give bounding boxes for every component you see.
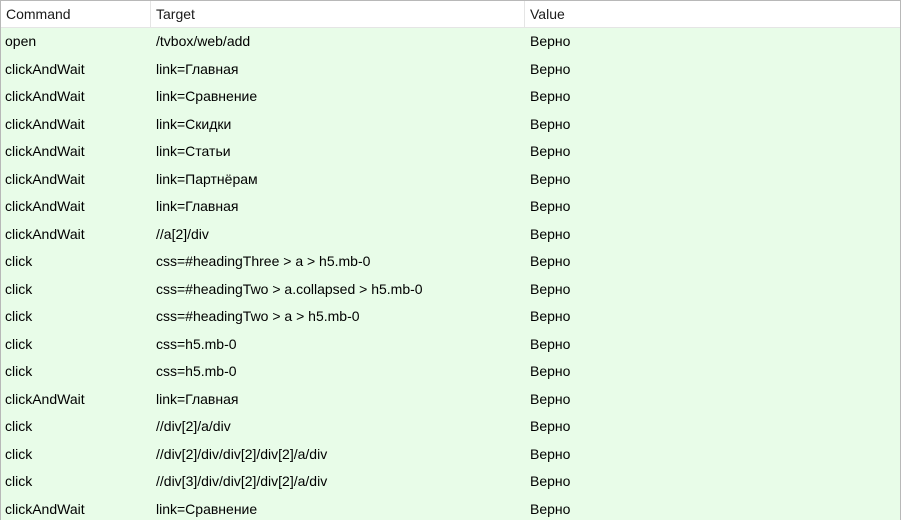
value-cell: Верно <box>530 60 571 77</box>
value-cell: Верно <box>530 253 571 269</box>
command-cell: click <box>5 473 33 489</box>
command-cell: click <box>5 363 33 379</box>
table-row[interactable]: clickAndWait link=Статьи Верно <box>1 138 900 166</box>
target-cell: link=Главная <box>156 60 239 77</box>
command-cell: clickAndWait <box>5 170 85 187</box>
table-row[interactable]: clickAndWait link=Главная Верно <box>1 55 900 83</box>
value-cell: Верно <box>530 170 571 187</box>
command-cell: clickAndWait <box>5 198 85 214</box>
target-cell: css=#headingTwo > a.collapsed > h5.mb-0 <box>156 280 423 297</box>
column-header-command[interactable]: Command <box>1 1 151 27</box>
command-cell: clickAndWait <box>5 225 85 242</box>
table-row[interactable]: clickAndWait link=Сравнение Верно <box>1 495 900 520</box>
table-row[interactable]: click css=#headingTwo > a.collapsed > h5… <box>1 275 900 303</box>
value-cell: Верно <box>530 33 571 49</box>
target-cell: //div[3]/div/div[2]/div[2]/a/div <box>156 473 328 489</box>
command-cell: clickAndWait <box>5 60 85 77</box>
value-cell: Верно <box>530 225 571 242</box>
target-cell: css=#headingTwo > a > h5.mb-0 <box>156 308 360 324</box>
command-cell: click <box>5 335 33 352</box>
value-cell: Верно <box>530 445 571 462</box>
command-cell: clickAndWait <box>5 88 85 104</box>
table-row[interactable]: click //div[2]/a/div Верно <box>1 413 900 441</box>
table-row[interactable]: click //div[3]/div/div[2]/div[2]/a/div В… <box>1 468 900 496</box>
command-cell: open <box>5 33 37 49</box>
command-cell: click <box>5 445 33 462</box>
value-cell: Верно <box>530 280 571 297</box>
table-row[interactable]: click css=#headingThree > a > h5.mb-0 Ве… <box>1 248 900 276</box>
table-row[interactable]: click css=#headingTwo > a > h5.mb-0 Верн… <box>1 303 900 331</box>
target-cell: link=Скидки <box>156 115 232 132</box>
command-cell: clickAndWait <box>5 390 85 407</box>
target-cell: link=Сравнение <box>156 88 258 104</box>
value-cell: Верно <box>530 198 571 214</box>
command-cell: clickAndWait <box>5 115 85 132</box>
table-row[interactable]: clickAndWait link=Скидки Верно <box>1 110 900 138</box>
table-header: Command Target Value <box>1 1 900 28</box>
command-cell: clickAndWait <box>5 143 85 159</box>
table-row[interactable]: open /tvbox/web/add Верно <box>1 28 900 56</box>
column-header-value[interactable]: Value <box>525 1 900 27</box>
target-cell: //div[2]/div/div[2]/div[2]/a/div <box>156 445 328 462</box>
target-cell: css=#headingThree > a > h5.mb-0 <box>156 253 371 269</box>
value-cell: Верно <box>530 143 571 159</box>
target-cell: css=h5.mb-0 <box>156 335 237 352</box>
target-cell: link=Партнёрам <box>156 170 258 187</box>
target-cell: link=Статьи <box>156 143 231 159</box>
table-row[interactable]: clickAndWait link=Главная Верно <box>1 385 900 413</box>
table-row[interactable]: clickAndWait link=Сравнение Верно <box>1 83 900 111</box>
column-header-target[interactable]: Target <box>151 1 525 27</box>
command-cell: clickAndWait <box>5 500 85 517</box>
table-row[interactable]: click //div[2]/div/div[2]/div[2]/a/div В… <box>1 440 900 468</box>
value-cell: Верно <box>530 335 571 352</box>
target-cell: link=Сравнение <box>156 500 258 517</box>
table-row[interactable]: click css=h5.mb-0 Верно <box>1 330 900 358</box>
value-cell: Верно <box>530 418 571 434</box>
value-cell: Верно <box>530 473 571 489</box>
commands-table: Command Target Value open /tvbox/web/add… <box>0 0 901 520</box>
target-cell: //a[2]/div <box>156 225 209 242</box>
value-cell: Верно <box>530 363 571 379</box>
table-row[interactable]: clickAndWait link=Главная Верно <box>1 193 900 221</box>
table-body: open /tvbox/web/add Верно clickAndWait l… <box>1 28 900 520</box>
command-cell: click <box>5 280 33 297</box>
value-cell: Верно <box>530 88 571 104</box>
target-cell: link=Главная <box>156 198 239 214</box>
table-row[interactable]: clickAndWait link=Партнёрам Верно <box>1 165 900 193</box>
target-cell: css=h5.mb-0 <box>156 363 237 379</box>
table-row[interactable]: click css=h5.mb-0 Верно <box>1 358 900 386</box>
value-cell: Верно <box>530 500 571 517</box>
command-cell: click <box>5 308 33 324</box>
target-cell: /tvbox/web/add <box>156 33 251 49</box>
value-cell: Верно <box>530 308 571 324</box>
value-cell: Верно <box>530 115 571 132</box>
table-row[interactable]: clickAndWait //a[2]/div Верно <box>1 220 900 248</box>
target-cell: link=Главная <box>156 390 239 407</box>
command-cell: click <box>5 418 33 434</box>
target-cell: //div[2]/a/div <box>156 418 231 434</box>
command-cell: click <box>5 253 33 269</box>
value-cell: Верно <box>530 390 571 407</box>
